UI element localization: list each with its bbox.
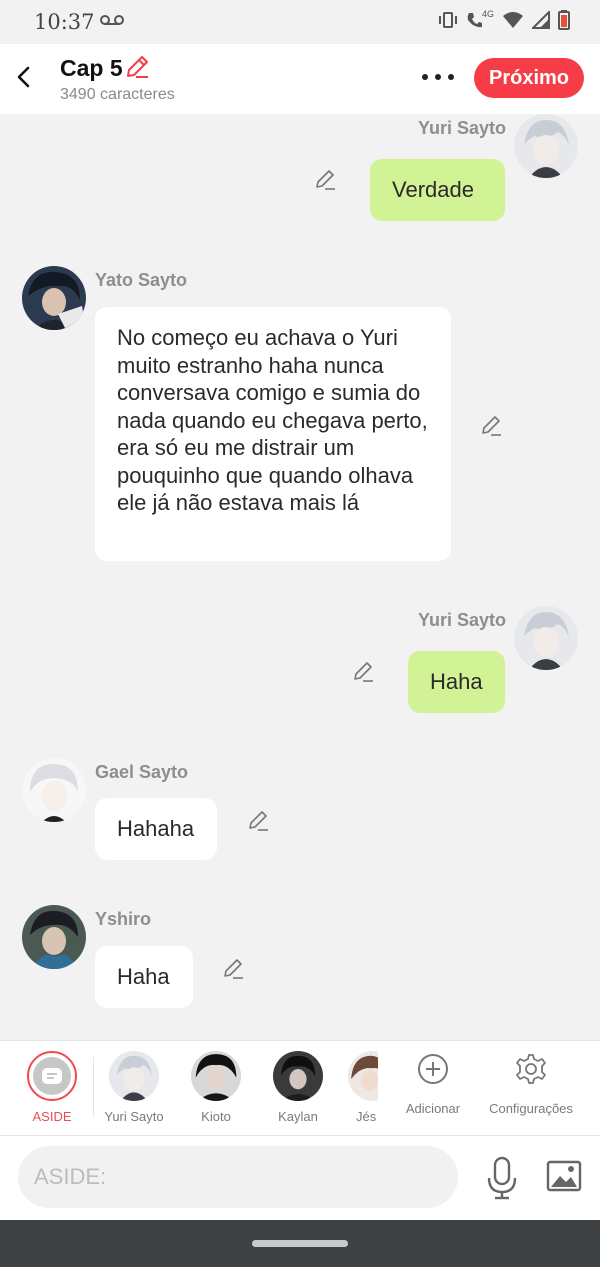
character-label: Jés <box>356 1109 377 1124</box>
character-count: 3490 caracteres <box>60 86 175 103</box>
network-type: 4G <box>481 9 494 19</box>
chapter-title[interactable]: Cap 5 <box>60 55 123 82</box>
avatar[interactable] <box>514 114 578 178</box>
composer <box>0 1136 600 1220</box>
character-label: ASIDE <box>32 1109 72 1124</box>
sender-name: Yuri Sayto <box>418 118 507 138</box>
sender-name: Yuri Sayto <box>418 610 507 630</box>
add-character-button[interactable]: Adicionar <box>398 1053 468 1116</box>
character-aside[interactable]: ASIDE <box>10 1051 94 1124</box>
status-bar: 10:37 4G <box>0 0 600 44</box>
message-bubble[interactable]: No começo eu achava o Yuri muito estranh… <box>95 307 451 561</box>
settings-button[interactable]: Configurações <box>484 1053 578 1116</box>
chat-area[interactable]: Yuri Sayto Verdade Yato Sayto No começo … <box>0 114 600 1040</box>
voicemail-icon <box>100 15 124 25</box>
avatar <box>191 1051 241 1101</box>
wifi-icon <box>503 12 523 28</box>
character-kioto[interactable]: Kioto <box>174 1051 258 1124</box>
vibrate-icon <box>438 12 457 28</box>
more-options-icon[interactable] <box>420 66 456 88</box>
battery-icon <box>558 10 570 30</box>
character-label: Kioto <box>201 1109 231 1124</box>
call-4g-icon: 4G <box>466 9 494 29</box>
avatar-yato-image <box>22 266 86 330</box>
edit-message-icon[interactable] <box>351 660 375 684</box>
avatar <box>273 1051 323 1101</box>
avatar <box>109 1051 159 1101</box>
character-selector: ASIDE Yuri Sayto Kioto Kaylan Jés Adicio… <box>0 1040 600 1136</box>
sender-name: Yato Sayto <box>95 270 188 290</box>
image-icon[interactable] <box>546 1160 582 1192</box>
character-yuri[interactable]: Yuri Sayto <box>92 1051 176 1124</box>
edit-title-icon[interactable] <box>124 54 150 80</box>
message-bubble[interactable]: Hahaha <box>95 798 217 860</box>
sender-name: Gael Sayto <box>95 762 189 782</box>
message-icon <box>42 1068 62 1084</box>
avatar-yshiro-image <box>22 905 86 969</box>
edit-message-icon[interactable] <box>221 957 245 981</box>
edit-message-icon[interactable] <box>246 809 270 833</box>
message-input[interactable] <box>18 1146 458 1208</box>
avatar-yuri-image <box>514 114 578 178</box>
avatar[interactable] <box>22 266 86 330</box>
next-button[interactable]: Próximo <box>474 58 584 98</box>
avatar[interactable] <box>22 905 86 969</box>
app-header: Cap 5 3490 caracteres Próximo <box>0 44 600 114</box>
avatar[interactable] <box>22 758 86 822</box>
settings-label: Configurações <box>489 1101 573 1116</box>
system-nav-bar <box>0 1220 600 1267</box>
edit-message-icon[interactable] <box>313 168 337 192</box>
status-time: 10:37 <box>34 10 95 34</box>
back-icon[interactable] <box>12 62 36 92</box>
avatar-yuri-image <box>514 606 578 670</box>
avatar[interactable] <box>514 606 578 670</box>
character-jes[interactable]: Jés <box>326 1051 378 1124</box>
home-handle[interactable] <box>252 1240 348 1247</box>
microphone-icon[interactable] <box>486 1156 518 1200</box>
add-label: Adicionar <box>405 1101 461 1116</box>
signal-icon <box>532 11 550 29</box>
message-bubble[interactable]: Haha <box>95 946 193 1008</box>
message-bubble[interactable]: Verdade <box>370 159 505 221</box>
add-icon <box>418 1054 448 1084</box>
avatar-gael-image <box>22 758 86 822</box>
aside-avatar <box>27 1051 77 1101</box>
character-label: Yuri Sayto <box>104 1109 164 1124</box>
gear-icon <box>516 1054 546 1084</box>
edit-message-icon[interactable] <box>479 414 503 438</box>
sender-name: Yshiro <box>95 909 152 929</box>
message-bubble[interactable]: Haha <box>408 651 505 713</box>
avatar <box>348 1051 378 1101</box>
